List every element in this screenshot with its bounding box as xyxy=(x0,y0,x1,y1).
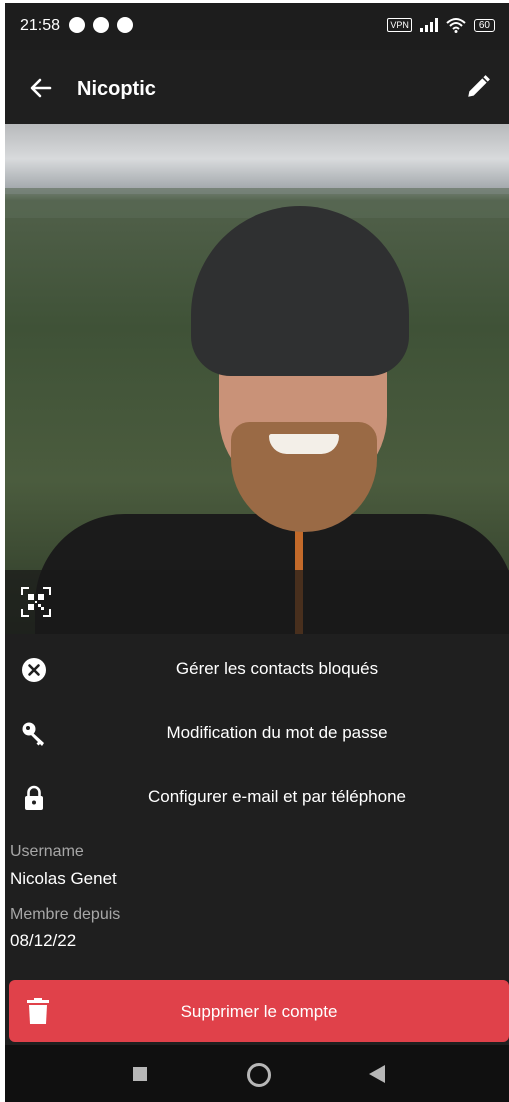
recents-square-icon[interactable] xyxy=(133,1067,147,1081)
close-circle-icon xyxy=(22,658,46,682)
menu-item-label: Gérer les contacts bloqués xyxy=(175,659,379,678)
screen: 21:58 VPN 60 Nicoptic Gérer les contacts… xyxy=(5,3,509,1102)
wifi-icon xyxy=(446,18,466,33)
page-title: Nicoptic xyxy=(77,78,156,100)
member-since-value: 08/12/22 xyxy=(10,931,77,950)
status-time: 21:58 xyxy=(20,17,61,34)
photo-helmet xyxy=(191,206,409,376)
status-bar: 21:58 VPN 60 xyxy=(5,3,509,50)
home-circle-icon[interactable] xyxy=(247,1063,271,1087)
pencil-icon[interactable] xyxy=(465,74,491,100)
system-nav-bar xyxy=(5,1045,509,1102)
qr-code-icon[interactable] xyxy=(21,587,51,617)
system-icons: VPN 60 xyxy=(387,17,495,33)
app-notification-icon xyxy=(93,17,109,33)
menu-item-label: Configurer e-mail et par téléphone xyxy=(148,787,406,806)
delete-account-label: Supprimer le compte xyxy=(180,1002,338,1021)
back-triangle-icon[interactable] xyxy=(369,1065,385,1083)
signal-icon xyxy=(419,18,438,32)
lock-icon xyxy=(25,785,43,810)
menu-item-label: Modification du mot de passe xyxy=(166,723,388,742)
username-label: Username xyxy=(10,843,84,860)
menu-item-change-password[interactable]: Modification du mot de passe xyxy=(5,701,509,765)
delete-account-button[interactable]: Supprimer le compte xyxy=(9,980,509,1042)
key-icon xyxy=(22,722,44,746)
battery-icon: 60 xyxy=(473,18,495,32)
photo-smile xyxy=(269,434,339,454)
app-bar: Nicoptic xyxy=(5,50,509,124)
username-value: Nicolas Genet xyxy=(10,869,117,888)
profile-photo xyxy=(5,124,509,634)
check-badge-icon xyxy=(69,17,85,33)
menu-item-configure-email-phone[interactable]: Configurer e-mail et par téléphone xyxy=(5,765,509,829)
photo-sky xyxy=(5,124,509,194)
member-since-label: Membre depuis xyxy=(10,906,121,923)
notification-icons xyxy=(69,17,133,33)
facebook-icon xyxy=(117,17,133,33)
arrow-left-icon[interactable] xyxy=(29,76,53,100)
photo-overlay-bar xyxy=(5,570,509,634)
vpn-icon: VPN xyxy=(387,18,412,32)
menu-item-blocked-contacts[interactable]: Gérer les contacts bloqués xyxy=(5,637,509,701)
